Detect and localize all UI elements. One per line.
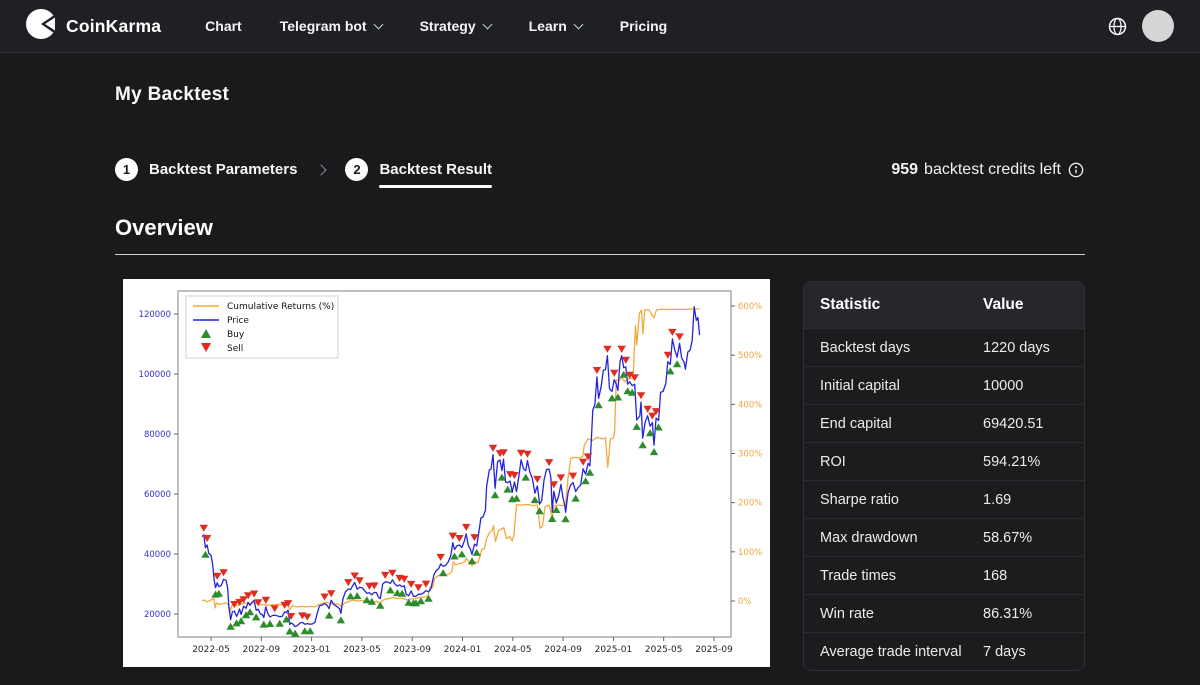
stat-label: ROI xyxy=(820,454,983,470)
header-value: Value xyxy=(983,296,1068,314)
svg-text:2022-05: 2022-05 xyxy=(192,645,230,655)
table-row: Win rate86.31% xyxy=(804,594,1084,632)
backtest-chart: 20000 40000 60000 80000 100000 120000 0% 100% 20… xyxy=(123,279,770,667)
table-row: Trade times168 xyxy=(804,556,1084,594)
svg-text:Price: Price xyxy=(227,316,249,326)
stat-value: 1.69 xyxy=(983,492,1068,508)
step-label-active: Backtest Result xyxy=(379,161,492,178)
top-nav: CoinKarma Chart Telegram bot Strategy Le… xyxy=(0,0,1200,53)
stat-value: 7 days xyxy=(983,644,1068,660)
svg-text:2024-01: 2024-01 xyxy=(444,645,482,655)
svg-text:500%: 500% xyxy=(738,351,762,361)
stat-value: 1220 days xyxy=(983,340,1068,356)
svg-text:2023-01: 2023-01 xyxy=(293,645,331,655)
svg-text:2024-05: 2024-05 xyxy=(494,645,532,655)
section-title: Overview xyxy=(115,215,1085,241)
svg-text:2024-09: 2024-09 xyxy=(544,645,582,655)
info-icon[interactable] xyxy=(1067,161,1085,179)
brand-name: CoinKarma xyxy=(66,16,161,37)
stat-label: Max drawdown xyxy=(820,530,983,546)
step-label: Backtest Parameters xyxy=(149,161,297,178)
nav-menu: Chart Telegram bot Strategy Learn Pricin… xyxy=(205,18,667,34)
stat-label: Initial capital xyxy=(820,378,983,394)
svg-text:2025-05: 2025-05 xyxy=(645,645,683,655)
stats-table: Statistic Value Backtest days1220 daysIn… xyxy=(803,281,1085,671)
avatar[interactable] xyxy=(1142,10,1174,42)
stat-label: Trade times xyxy=(820,568,983,584)
header-statistic: Statistic xyxy=(820,296,983,314)
nav-item-learn[interactable]: Learn xyxy=(529,18,582,34)
nav-item-telegram-bot[interactable]: Telegram bot xyxy=(280,18,382,34)
stat-value: 58.67% xyxy=(983,530,1068,546)
svg-text:400%: 400% xyxy=(738,400,762,410)
svg-text:600%: 600% xyxy=(738,302,762,312)
globe-icon[interactable] xyxy=(1107,16,1128,37)
credits-left: 959 backtest credits left xyxy=(891,161,1085,179)
stat-label: Sharpe ratio xyxy=(820,492,983,508)
step-number: 1 xyxy=(115,158,138,181)
coinkarma-logo-icon xyxy=(26,9,56,44)
stat-value: 69420.51 xyxy=(983,416,1068,432)
svg-text:60000: 60000 xyxy=(144,490,171,500)
stat-label: Average trade interval xyxy=(820,644,983,660)
svg-text:40000: 40000 xyxy=(144,550,171,560)
table-row: ROI594.21% xyxy=(804,442,1084,480)
step-backtest-parameters[interactable]: 1 Backtest Parameters xyxy=(115,158,297,181)
svg-text:100%: 100% xyxy=(738,548,762,558)
stat-value: 168 xyxy=(983,568,1068,584)
table-row: Initial capital10000 xyxy=(804,366,1084,404)
stat-value: 594.21% xyxy=(983,454,1068,470)
brand[interactable]: CoinKarma xyxy=(26,9,161,44)
svg-text:Sell: Sell xyxy=(227,344,243,354)
page-title: My Backtest xyxy=(115,84,1085,106)
credits-count: 959 xyxy=(891,161,918,179)
chevron-down-icon xyxy=(482,19,492,29)
table-row: Backtest days1220 days xyxy=(804,328,1084,366)
stats-table-header: Statistic Value xyxy=(804,282,1084,328)
stepper: 1 Backtest Parameters 2 Backtest Result xyxy=(115,158,492,181)
svg-text:2022-09: 2022-09 xyxy=(242,645,280,655)
chevron-down-icon xyxy=(373,19,383,29)
svg-text:300%: 300% xyxy=(738,450,762,460)
svg-text:100000: 100000 xyxy=(139,370,171,380)
svg-text:0%: 0% xyxy=(738,597,752,607)
stat-value: 10000 xyxy=(983,378,1068,394)
svg-text:Buy: Buy xyxy=(227,330,245,340)
backtest-chart-svg: 20000 40000 60000 80000 100000 120000 0% 100% 20… xyxy=(123,279,770,667)
step-number: 2 xyxy=(345,158,368,181)
credits-label: backtest credits left xyxy=(924,161,1061,179)
table-row: Average trade interval7 days xyxy=(804,632,1084,670)
svg-text:200%: 200% xyxy=(738,499,762,509)
stat-label: Win rate xyxy=(820,606,983,622)
stat-value: 86.31% xyxy=(983,606,1068,622)
stat-label: Backtest days xyxy=(820,340,983,356)
svg-text:80000: 80000 xyxy=(144,430,171,440)
svg-text:2023-09: 2023-09 xyxy=(393,645,431,655)
nav-item-pricing[interactable]: Pricing xyxy=(620,18,667,34)
svg-text:2025-01: 2025-01 xyxy=(595,645,633,655)
section-divider xyxy=(115,254,1085,255)
chevron-down-icon xyxy=(573,19,583,29)
svg-text:120000: 120000 xyxy=(139,310,171,320)
svg-text:20000: 20000 xyxy=(144,610,171,620)
svg-text:2023-05: 2023-05 xyxy=(343,645,381,655)
table-row: End capital69420.51 xyxy=(804,404,1084,442)
stats-table-body: Backtest days1220 daysInitial capital100… xyxy=(804,328,1084,670)
nav-item-strategy[interactable]: Strategy xyxy=(420,18,491,34)
table-row: Max drawdown58.67% xyxy=(804,518,1084,556)
stat-label: End capital xyxy=(820,416,983,432)
nav-item-chart[interactable]: Chart xyxy=(205,18,242,34)
svg-text:2025-09: 2025-09 xyxy=(695,645,733,655)
table-row: Sharpe ratio1.69 xyxy=(804,480,1084,518)
chevron-right-icon xyxy=(316,164,327,175)
step-backtest-result[interactable]: 2 Backtest Result xyxy=(345,158,492,181)
svg-text:Cumulative Returns (%): Cumulative Returns (%) xyxy=(227,302,334,312)
